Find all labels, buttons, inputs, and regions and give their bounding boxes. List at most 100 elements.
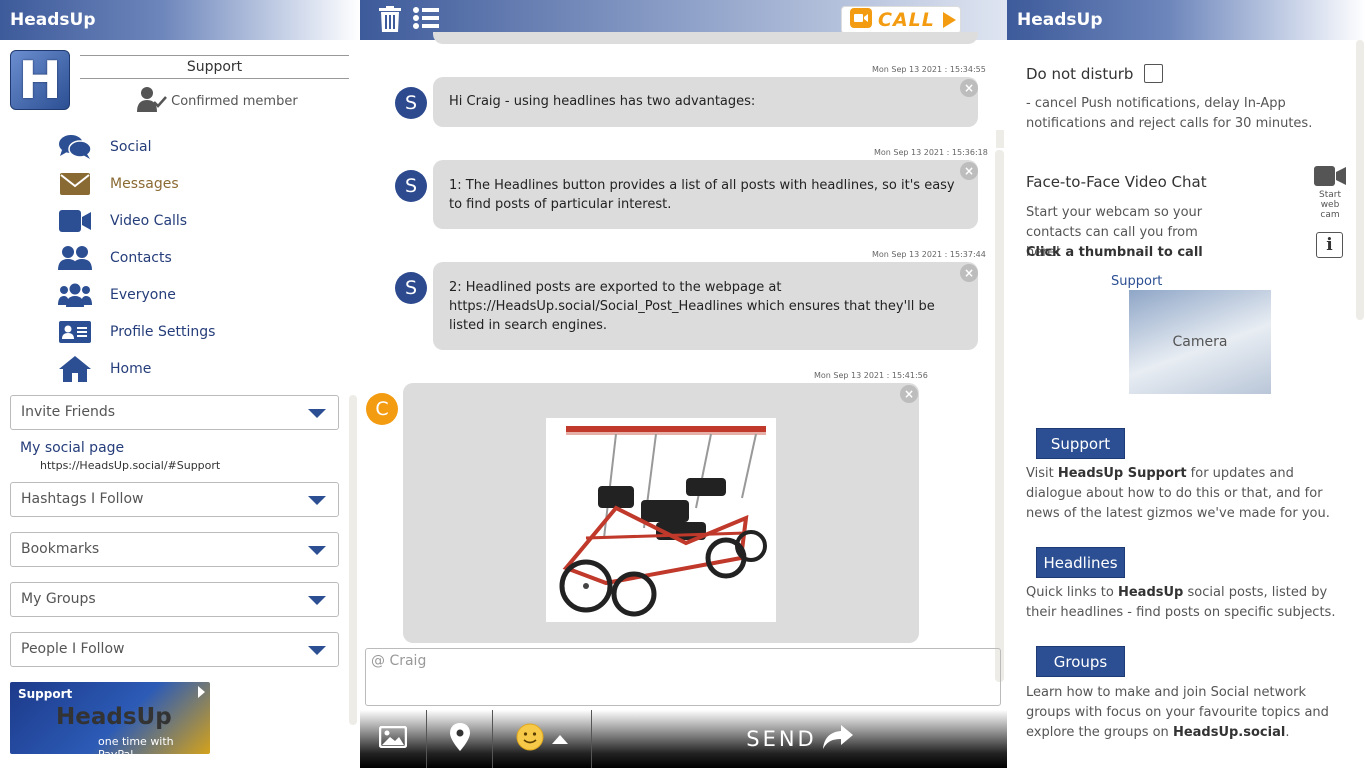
dnd-description: - cancel Push notifications, delay In-Ap… xyxy=(1026,96,1313,131)
surrey-bike-image[interactable] xyxy=(546,418,776,622)
sender-avatar[interactable]: C xyxy=(366,393,398,425)
emoji-picker-button[interactable] xyxy=(493,710,592,768)
image-icon xyxy=(378,725,408,752)
sender-avatar[interactable]: S xyxy=(395,170,427,202)
id-card-icon xyxy=(58,320,92,344)
nav-profile-settings[interactable]: Profile Settings xyxy=(58,313,215,350)
nav-social[interactable]: Social xyxy=(58,128,215,165)
camera-thumbnail[interactable]: Camera xyxy=(1129,290,1271,394)
chevron-down-icon xyxy=(308,646,326,655)
brand-title: HeadsUp xyxy=(1017,10,1103,30)
message-timestamp: Mon Sep 13 2021 : 15:34:55 xyxy=(872,65,986,74)
my-groups-dropdown[interactable]: My Groups xyxy=(10,582,339,617)
member-status-label: Confirmed member xyxy=(171,94,298,109)
dnd-label: Do not disturb xyxy=(1026,65,1134,83)
chevron-down-icon xyxy=(308,496,326,505)
dnd-checkbox[interactable] xyxy=(1144,64,1164,83)
webcam-label: Start web cam xyxy=(1319,190,1341,220)
video-call-icon xyxy=(850,8,872,32)
nav-contacts[interactable]: Contacts xyxy=(58,239,215,276)
people-follow-label: People I Follow xyxy=(21,641,125,657)
nav-everyone-label: Everyone xyxy=(110,286,176,303)
people-follow-dropdown[interactable]: People I Follow xyxy=(10,632,339,667)
camera-label: Camera xyxy=(1172,334,1228,350)
left-scrollbar[interactable] xyxy=(349,395,357,725)
right-sidebar: HeadsUp Do not disturb - cancel Push not… xyxy=(1007,0,1366,768)
delete-message-icon[interactable]: × xyxy=(960,162,978,180)
delete-message-icon[interactable]: × xyxy=(900,385,918,403)
right-header: HeadsUp xyxy=(1007,0,1366,40)
profile-name: Support xyxy=(80,55,349,79)
map-pin-icon xyxy=(449,723,470,755)
nav-video-calls[interactable]: Video Calls xyxy=(58,202,215,239)
message-bubble: Hi Craig - using headlines has two advan… xyxy=(433,77,978,127)
delete-message-icon[interactable]: × xyxy=(960,264,978,282)
chat-panel: CALL Mon Sep 13 2021 : 15:34:55 S Hi Cra… xyxy=(360,0,1007,768)
share-arrow-icon xyxy=(822,725,853,753)
support-description: Visit HeadsUp Support for updates and di… xyxy=(1026,466,1330,521)
call-label: CALL xyxy=(878,9,935,31)
image-upload-button[interactable] xyxy=(360,710,427,768)
chevron-down-icon xyxy=(308,409,326,418)
social-page-url[interactable]: https://HeadsUp.social/#Support xyxy=(40,459,220,472)
location-button[interactable] xyxy=(427,710,493,768)
invite-friends-dropdown[interactable]: Invite Friends xyxy=(10,395,339,430)
headlines-button[interactable]: Headlines xyxy=(1036,547,1125,578)
send-button[interactable]: SEND xyxy=(592,710,1007,768)
trash-icon[interactable] xyxy=(379,6,401,36)
call-button[interactable]: CALL xyxy=(841,6,961,34)
chevron-down-icon xyxy=(308,546,326,555)
bookmarks-label: Bookmarks xyxy=(21,541,100,557)
delete-message-icon[interactable]: × xyxy=(960,79,978,97)
chevron-down-icon xyxy=(308,596,326,605)
play-arrow-icon xyxy=(942,12,956,28)
play-arrow-icon xyxy=(198,686,205,698)
nav-messages[interactable]: Messages xyxy=(58,165,215,202)
nav-everyone[interactable]: Everyone xyxy=(58,276,215,313)
message-bubble: 2: Headlined posts are exported to the w… xyxy=(433,262,978,350)
main-nav: Social Messages Video Calls Contacts Eve… xyxy=(58,128,215,387)
message-input[interactable]: @ Craig xyxy=(365,648,1001,706)
home-icon xyxy=(58,355,92,382)
scroll-track-top xyxy=(996,130,1004,148)
hashtags-dropdown[interactable]: Hashtags I Follow xyxy=(10,482,339,517)
support-button[interactable]: Support xyxy=(1036,428,1125,459)
groups-button[interactable]: Groups xyxy=(1036,646,1125,677)
nav-social-label: Social xyxy=(110,138,152,155)
composer-toolbar: SEND xyxy=(360,710,1007,768)
nav-home[interactable]: Home xyxy=(58,350,215,387)
bookmarks-dropdown[interactable]: Bookmarks xyxy=(10,532,339,567)
nav-home-label: Home xyxy=(110,360,152,377)
my-social-page-link[interactable]: My social page xyxy=(20,440,124,456)
start-webcam-button[interactable]: Start web cam xyxy=(1313,166,1347,220)
paypal-brand-text: HeadsUp xyxy=(56,704,172,730)
member-status: Confirmed member xyxy=(137,86,298,117)
message-input-placeholder: @ Craig xyxy=(371,653,427,669)
video-camera-icon xyxy=(58,209,92,233)
message-list: Mon Sep 13 2021 : 15:34:55 S Hi Craig - … xyxy=(360,32,1007,682)
paypal-top-text: Support xyxy=(18,687,73,701)
thumbnail-name[interactable]: Support xyxy=(1111,272,1162,292)
right-scrollbar[interactable] xyxy=(1356,40,1364,320)
sender-avatar[interactable]: S xyxy=(395,87,427,119)
everyone-icon xyxy=(58,283,92,307)
envelope-icon xyxy=(58,172,92,196)
nav-messages-label: Messages xyxy=(110,175,179,192)
nav-profile-settings-label: Profile Settings xyxy=(110,323,216,340)
sender-avatar[interactable]: S xyxy=(395,272,427,304)
paypal-support-banner[interactable]: Support HeadsUp one time with PayPal xyxy=(10,682,210,761)
nav-video-calls-label: Video Calls xyxy=(110,212,188,229)
caret-up-icon xyxy=(552,734,568,744)
video-camera-icon xyxy=(1314,166,1346,190)
paypal-bottom-text: one time with PayPal xyxy=(98,735,174,761)
chat-scrollbar[interactable] xyxy=(995,150,1004,682)
hashtags-label: Hashtags I Follow xyxy=(21,491,144,507)
message-text: 2: Headlined posts are exported to the w… xyxy=(449,280,935,333)
left-sidebar: HeadsUp H Support Confirmed member Socia… xyxy=(0,0,360,768)
previous-message-stub xyxy=(433,32,978,44)
left-header: HeadsUp xyxy=(0,0,360,40)
brand-title: HeadsUp xyxy=(10,10,96,30)
info-icon[interactable]: i xyxy=(1316,232,1343,258)
send-label: SEND xyxy=(746,727,817,751)
headsup-logo[interactable]: H xyxy=(10,50,70,111)
